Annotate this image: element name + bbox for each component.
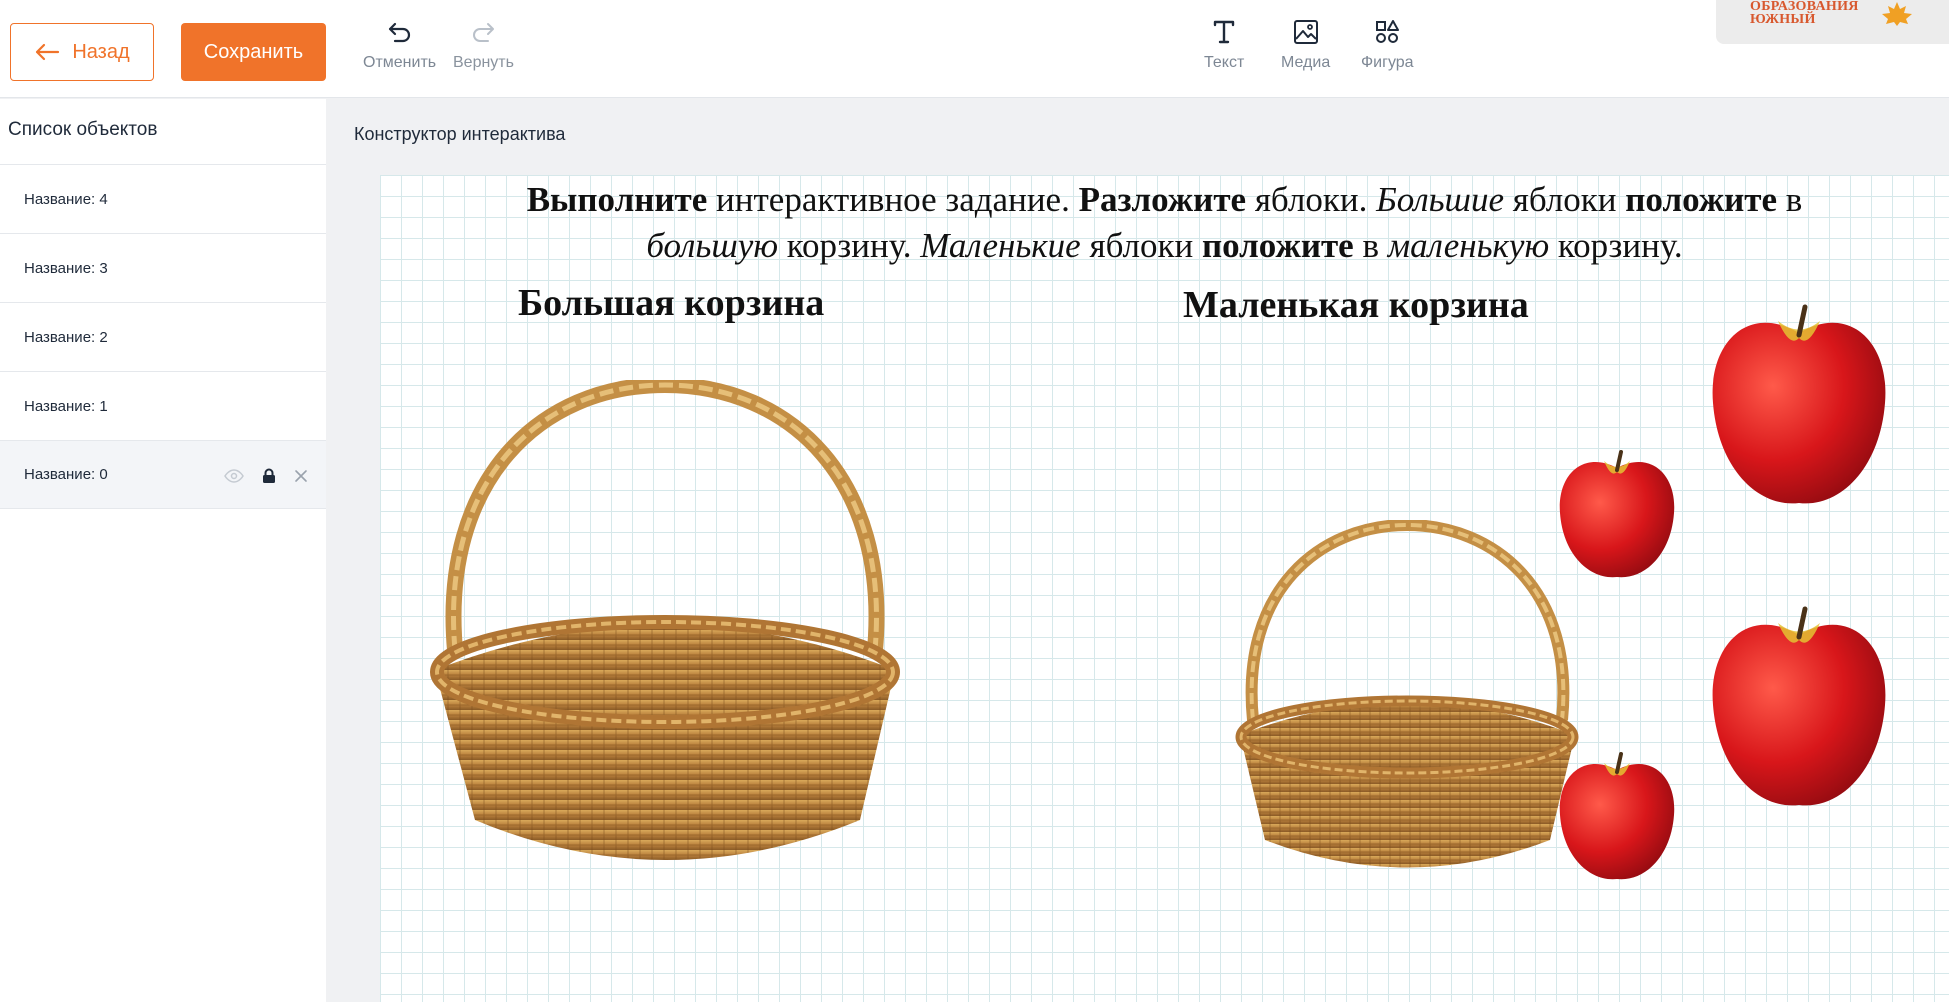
object-item-label: Название: 3: [24, 259, 108, 277]
object-item-1[interactable]: Название: 1: [0, 371, 326, 440]
text-tool-button[interactable]: Текст: [1204, 18, 1244, 72]
undo-label: Отменить: [363, 54, 437, 71]
object-item-label: Название: 1: [24, 397, 108, 415]
object-item-label: Название: 0: [24, 466, 108, 483]
object-item-label: Название: 2: [24, 328, 108, 346]
object-item-label: Название: 4: [24, 190, 108, 208]
object-item-0[interactable]: Название: 0: [0, 440, 326, 509]
image-icon: [1293, 20, 1318, 44]
shapes-icon: [1376, 20, 1400, 43]
big-basket-image[interactable]: [430, 380, 900, 880]
instruction-text[interactable]: Выполните интерактивное задание. Разложи…: [380, 175, 1949, 269]
object-item-2[interactable]: Название: 2: [0, 302, 326, 371]
shape-tool-label: Фигура: [1361, 54, 1414, 71]
back-button[interactable]: Назад: [10, 23, 154, 81]
big-apple-1[interactable]: [1708, 293, 1890, 513]
media-tool-label: Медиа: [1281, 54, 1331, 71]
object-item-4[interactable]: Название: 4: [0, 164, 326, 233]
small-basket-label[interactable]: Маленькая корзина: [1183, 283, 1529, 327]
small-basket-image[interactable]: [1235, 520, 1580, 880]
brand-logo: ОБРАЗОВАНИЯ ЮЖНЫЙ: [1716, 0, 1949, 44]
redo-icon: [473, 23, 495, 42]
undo-icon: [388, 22, 410, 43]
undo-button[interactable]: Отменить: [363, 18, 436, 72]
top-toolbar: Назад Сохранить Отменить Вернуть Текст М…: [0, 0, 1949, 98]
objects-sidebar: Список объектов Название: 4 Название: 3 …: [0, 99, 326, 1002]
save-button[interactable]: Сохранить: [181, 23, 326, 81]
small-apple-2[interactable]: [1557, 745, 1677, 885]
redo-label: Вернуть: [453, 54, 514, 71]
back-button-label: Назад: [72, 40, 130, 63]
eye-icon[interactable]: [224, 468, 244, 483]
media-tool-button[interactable]: Медиа: [1281, 18, 1330, 72]
shape-tool-button[interactable]: Фигура: [1361, 18, 1414, 72]
interactive-canvas[interactable]: Выполните интерактивное задание. Разложи…: [380, 175, 1949, 1002]
logo-text: ОБРАЗОВАНИЯ ЮЖНЫЙ: [1750, 0, 1859, 27]
page-title: Конструктор интерактива: [354, 124, 566, 144]
text-icon: [1213, 20, 1235, 44]
redo-button[interactable]: Вернуть: [453, 18, 514, 72]
small-apple-1[interactable]: [1557, 443, 1677, 583]
maple-leaf-icon: [1882, 2, 1912, 26]
lock-icon[interactable]: [262, 468, 276, 484]
big-apple-2[interactable]: [1708, 595, 1890, 815]
text-tool-label: Текст: [1204, 54, 1245, 71]
arrow-left-icon: [36, 43, 60, 61]
sidebar-title: Список объектов: [8, 119, 158, 140]
close-icon[interactable]: [294, 469, 308, 483]
object-item-3[interactable]: Название: 3: [0, 233, 326, 302]
big-basket-label[interactable]: Большая корзина: [518, 281, 824, 325]
row-actions: [224, 441, 308, 510]
